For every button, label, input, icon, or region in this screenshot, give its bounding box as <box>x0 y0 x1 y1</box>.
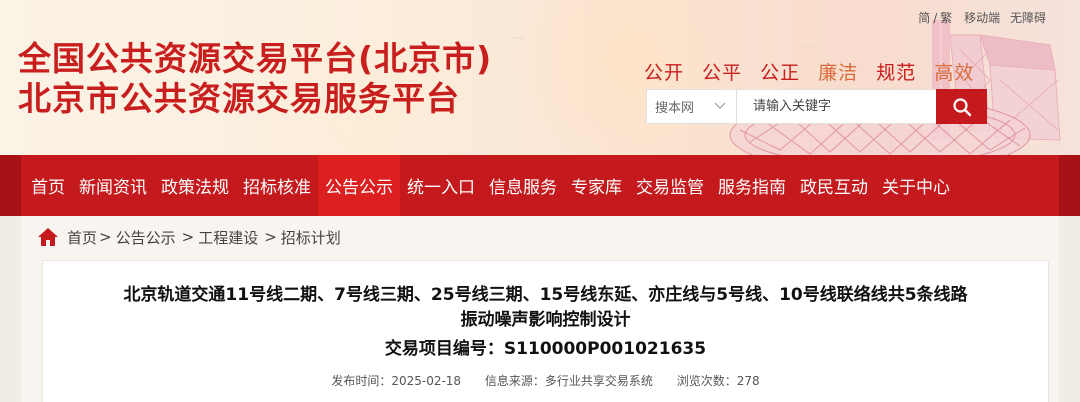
nav-item-policy[interactable]: 政策法规 <box>154 155 236 216</box>
accessibility-link[interactable]: 无障碍 <box>1010 11 1046 25</box>
main-nav: 首页 新闻资讯 政策法规 招标核准 公告公示 统一入口 信息服务 专家库 交易监… <box>0 155 1080 216</box>
article-title: 北京轨道交通11号线二期、7号线三期、25号线三期、15号线东延、亦庄线与5号线… <box>43 283 1048 333</box>
slogans: 公开 公平 公正 廉洁 规范 高效 <box>644 58 985 85</box>
project-code-value: S110000P001021635 <box>503 339 707 359</box>
nav-item-unified-entry[interactable]: 统一入口 <box>400 155 482 216</box>
view-count-value: 278 <box>736 374 760 388</box>
chevron-down-icon <box>714 102 726 109</box>
nav-item-news[interactable]: 新闻资讯 <box>72 155 154 216</box>
traditional-link[interactable]: 繁 <box>940 11 952 25</box>
home-icon <box>38 228 58 246</box>
article-title-line1: 北京轨道交通11号线二期、7号线三期、25号线三期、15号线东延、亦庄线与5号线… <box>123 285 968 305</box>
mobile-link[interactable]: 移动端 <box>964 11 1000 25</box>
slogan-item: 公正 <box>760 62 801 84</box>
nav-item-service-guide[interactable]: 服务指南 <box>711 155 793 216</box>
view-count: 浏览次数：278 <box>677 374 760 388</box>
search-button[interactable] <box>936 89 987 124</box>
nav-item-announcements[interactable]: 公告公示 <box>318 155 400 216</box>
site-header: ⌒ ⌒ 全国公共资源交易平台(北京市) 北京市公共资源交易服务平台 简 / 繁 … <box>0 0 1080 155</box>
nav-edge <box>0 155 21 216</box>
nav-item-info-service[interactable]: 信息服务 <box>482 155 564 216</box>
article-card: 北京轨道交通11号线二期、7号线三期、25号线三期、15号线东延、亦庄线与5号线… <box>42 260 1049 402</box>
slogan-item: 公开 <box>644 62 685 84</box>
publish-date: 发布时间：2025-02-18 <box>331 374 461 388</box>
nav-item-home[interactable]: 首页 <box>21 155 72 216</box>
bird-decoration: ⌒ <box>510 37 524 53</box>
publish-date-label: 发布时间： <box>331 374 392 388</box>
article-title-line2: 振动噪声影响控制设计 <box>460 310 631 330</box>
nav-item-interaction[interactable]: 政民互动 <box>793 155 875 216</box>
search-input[interactable] <box>737 90 936 123</box>
slogan-item: 高效 <box>934 62 975 84</box>
breadcrumb-separator: > <box>264 228 277 246</box>
breadcrumb-separator: > <box>99 228 112 246</box>
nav-item-about[interactable]: 关于中心 <box>875 155 957 216</box>
publish-date-value: 2025-02-18 <box>391 374 462 388</box>
breadcrumb-bid-plan[interactable]: 招标计划 <box>281 227 341 248</box>
simplified-link[interactable]: 简 <box>918 11 930 25</box>
breadcrumb: 首页 > 公告公示 > 工程建设 > 招标计划 <box>37 226 341 248</box>
view-count-label: 浏览次数： <box>676 374 737 388</box>
info-source: 信息来源：多行业共享交易系统 <box>485 374 653 388</box>
info-source-label: 信息来源： <box>484 374 545 388</box>
slogan-item: 廉洁 <box>818 62 859 84</box>
nav-edge <box>1059 155 1080 216</box>
utility-links: 简 / 繁 移动端 无障碍 <box>912 9 1046 26</box>
search-box: 搜本网 <box>646 89 987 124</box>
breadcrumb-announcements[interactable]: 公告公示 <box>116 227 176 248</box>
lang-separator: / <box>933 11 938 25</box>
site-title-line1: 全国公共资源交易平台(北京市) <box>18 39 493 78</box>
search-scope-value: 搜本网 <box>655 101 695 116</box>
slogan-item: 规范 <box>876 62 917 84</box>
nav-items: 首页 新闻资讯 政策法规 招标核准 公告公示 统一入口 信息服务 专家库 交易监… <box>21 155 957 216</box>
search-scope-select[interactable]: 搜本网 <box>647 90 737 123</box>
site-title-line2: 北京市公共资源交易服务平台 <box>18 79 460 118</box>
info-source-value: 多行业共享交易系统 <box>544 374 653 388</box>
nav-item-bid-approval[interactable]: 招标核准 <box>236 155 318 216</box>
nav-item-supervision[interactable]: 交易监管 <box>629 155 711 216</box>
site-title[interactable]: 全国公共资源交易平台(北京市) 北京市公共资源交易服务平台 <box>18 39 492 119</box>
breadcrumb-engineering[interactable]: 工程建设 <box>198 227 258 248</box>
breadcrumb-separator: > <box>181 228 195 246</box>
project-code: 交易项目编号：S110000P001021635 <box>43 334 1048 359</box>
content-area: 首页 > 公告公示 > 工程建设 > 招标计划 北京轨道交通11号线二期、7号线三期、… <box>21 216 1059 402</box>
search-icon <box>952 97 971 116</box>
nav-item-expert-pool[interactable]: 专家库 <box>564 155 629 216</box>
slogan-item: 公平 <box>702 62 743 84</box>
project-code-label: 交易项目编号： <box>384 339 504 359</box>
article-meta: 发布时间：2025-02-18 信息来源：多行业共享交易系统 浏览次数：278 <box>43 372 1048 389</box>
building-illustration <box>729 20 1061 155</box>
breadcrumb-home[interactable]: 首页 <box>67 227 97 248</box>
